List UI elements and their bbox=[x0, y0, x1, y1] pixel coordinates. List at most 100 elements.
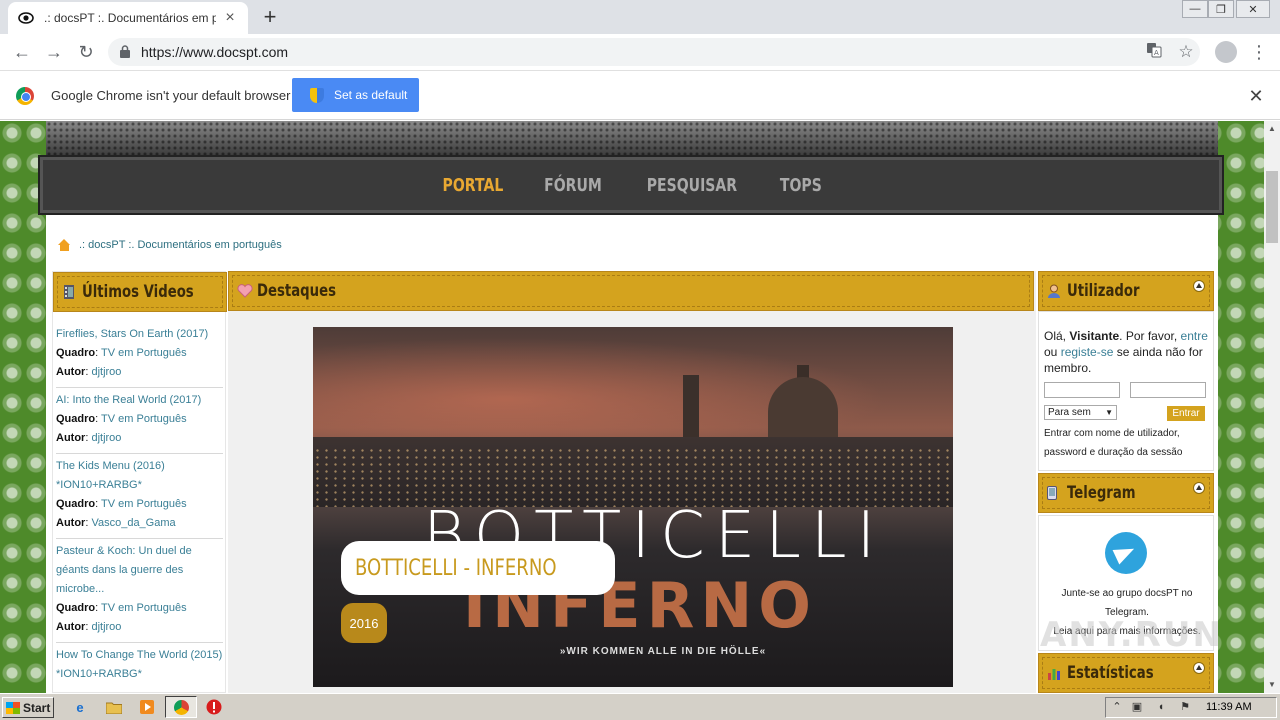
internet-explorer-icon[interactable]: e bbox=[70, 698, 90, 716]
folder-icon[interactable] bbox=[104, 698, 124, 716]
video-title-link[interactable]: Pasteur & Koch: Un duel de géants dans l… bbox=[56, 542, 223, 599]
featured-caption-text: BOTTICELLI - INFERNO bbox=[355, 555, 557, 581]
clock: 11:39 AM bbox=[1206, 701, 1252, 713]
new-tab-button[interactable]: + bbox=[258, 5, 282, 29]
site-banner bbox=[46, 121, 1218, 155]
nav-portal[interactable]: PORTAL bbox=[443, 175, 504, 196]
browser-titlebar: .: docsPT :. Documentários em português … bbox=[0, 0, 1280, 34]
autor-link[interactable]: djtjroo bbox=[91, 621, 121, 633]
latest-videos-list: Fireflies, Stars On Earth (2017) Quadro:… bbox=[56, 322, 223, 689]
home-icon[interactable] bbox=[58, 239, 71, 251]
windows-logo-icon bbox=[6, 701, 20, 714]
login-button[interactable]: Entrar bbox=[1167, 406, 1205, 421]
stats-header: Estatísticas bbox=[1038, 653, 1214, 693]
breadcrumb-link[interactable]: .: docsPT :. Documentários em português bbox=[79, 239, 282, 251]
highlights-panel: Destaques BOTTICELLI INFERNO »WIR KOMMEN… bbox=[228, 271, 1036, 693]
address-bar[interactable]: https://www.docspt.com A ☆ bbox=[108, 38, 1200, 66]
autor-link[interactable]: djtjroo bbox=[91, 432, 121, 444]
close-tab-icon[interactable]: × bbox=[222, 10, 238, 26]
page-scrollbar[interactable]: ▲ ▼ bbox=[1264, 121, 1280, 693]
chevron-down-icon: ▼ bbox=[1105, 408, 1113, 417]
autor-link[interactable]: djtjroo bbox=[91, 366, 121, 378]
infobar-message: Google Chrome isn't your default browser bbox=[51, 88, 291, 103]
eye-icon bbox=[18, 10, 34, 26]
video-title-link[interactable]: AI: Into the Real World (2017) bbox=[56, 391, 223, 410]
restore-button[interactable]: ❐ bbox=[1208, 0, 1234, 18]
browser-toolbar: ← → ↻ https://www.docspt.com A ☆ ⋮ bbox=[0, 34, 1280, 71]
quadro-link[interactable]: TV em Português bbox=[101, 498, 187, 510]
highlights-title: Destaques bbox=[257, 281, 336, 301]
autor-label: Autor bbox=[56, 517, 86, 529]
password-input[interactable] bbox=[1130, 382, 1206, 398]
chrome-menu-icon[interactable]: ⋮ bbox=[1250, 40, 1268, 64]
media-player-icon[interactable] bbox=[137, 698, 157, 716]
video-title-link[interactable]: Fireflies, Stars On Earth (2017) bbox=[56, 325, 223, 344]
greeting-text: Olá, Visitante. Por favor, entre ou regi… bbox=[1044, 328, 1208, 376]
quadro-label: Quadro bbox=[56, 347, 96, 359]
browser-tab[interactable]: .: docsPT :. Documentários em português … bbox=[8, 2, 248, 34]
year-badge: 2016 bbox=[341, 603, 387, 643]
quadro-link[interactable]: TV em Português bbox=[101, 602, 187, 614]
scroll-down-icon[interactable]: ▼ bbox=[1264, 677, 1280, 693]
windows-taskbar: Start e ⌃ ▣ ◖ ⚑ 11:39 AM bbox=[0, 693, 1280, 720]
collapse-stats-icon[interactable] bbox=[1193, 662, 1205, 674]
profile-avatar[interactable] bbox=[1215, 41, 1237, 63]
tray-expand-icon[interactable]: ⌃ bbox=[1110, 700, 1124, 714]
video-title-link[interactable]: The Kids Menu (2016) *ION10+RARBG* bbox=[56, 457, 223, 495]
translate-icon[interactable]: A bbox=[1144, 42, 1164, 62]
nav-tops[interactable]: TOPS bbox=[780, 175, 822, 196]
collapse-telegram-icon[interactable] bbox=[1193, 482, 1205, 494]
scroll-up-icon[interactable]: ▲ bbox=[1264, 121, 1280, 137]
autor-link[interactable]: Vasco_da_Gama bbox=[91, 517, 175, 529]
poster-sky bbox=[313, 327, 953, 447]
greeting: Olá, bbox=[1044, 329, 1067, 343]
reload-button[interactable]: ↻ bbox=[74, 40, 98, 64]
back-button[interactable]: ← bbox=[10, 40, 34, 64]
minimize-button[interactable]: — bbox=[1182, 0, 1208, 18]
featured-caption[interactable]: BOTTICELLI - INFERNO bbox=[341, 541, 615, 595]
uac-shield-icon bbox=[310, 87, 324, 103]
chrome-taskbar-button[interactable] bbox=[165, 696, 197, 718]
start-label: Start bbox=[23, 700, 51, 715]
flag-icon[interactable]: ⚑ bbox=[1178, 700, 1192, 714]
nav-search[interactable]: PESQUISAR bbox=[647, 175, 737, 196]
login-link[interactable]: entre bbox=[1181, 329, 1208, 343]
volume-icon[interactable]: ◖ bbox=[1154, 700, 1168, 714]
quadro-link[interactable]: TV em Português bbox=[101, 413, 187, 425]
forward-button[interactable]: → bbox=[42, 40, 66, 64]
stop-icon[interactable] bbox=[204, 698, 224, 716]
start-button[interactable]: Start bbox=[2, 697, 54, 718]
latest-videos-header: Últimos Videos bbox=[53, 272, 227, 312]
telegram-header: Telegram bbox=[1038, 473, 1214, 513]
quadro-link[interactable]: TV em Português bbox=[101, 347, 187, 359]
featured-slide[interactable]: BOTTICELLI INFERNO »WIR KOMMEN ALLE IN D… bbox=[313, 327, 953, 687]
quadro-label: Quadro bbox=[56, 498, 96, 510]
set-as-default-button[interactable]: Set as default bbox=[292, 78, 419, 112]
collapse-user-icon[interactable] bbox=[1193, 280, 1205, 292]
bookmark-star-icon[interactable]: ☆ bbox=[1176, 42, 1196, 62]
default-browser-infobar: Google Chrome isn't your default browser… bbox=[0, 72, 1280, 120]
scroll-thumb[interactable] bbox=[1266, 171, 1278, 243]
login-box: Olá, Visitante. Por favor, entre ou regi… bbox=[1038, 311, 1214, 471]
set-as-default-label: Set as default bbox=[334, 88, 408, 102]
please-text: . Por favor, bbox=[1119, 329, 1178, 343]
network-icon[interactable]: ▣ bbox=[1130, 700, 1144, 714]
close-infobar-icon[interactable]: ✕ bbox=[1246, 86, 1266, 106]
page-viewport: PORTAL FÓRUM PESQUISAR TOPS .: docsPT :.… bbox=[0, 121, 1264, 693]
nav-forum[interactable]: FÓRUM bbox=[544, 175, 602, 196]
phone-icon bbox=[1047, 486, 1061, 500]
username-input[interactable] bbox=[1044, 382, 1120, 398]
telegram-logo-icon[interactable] bbox=[1105, 532, 1147, 574]
quadro-label: Quadro bbox=[56, 413, 96, 425]
highlights-header: Destaques bbox=[228, 271, 1034, 311]
list-item: How To Change The World (2015) *ION10+RA… bbox=[56, 643, 223, 689]
close-window-button[interactable]: ✕ bbox=[1236, 0, 1270, 18]
lock-icon bbox=[120, 45, 130, 58]
video-title-link[interactable]: How To Change The World (2015) *ION10+RA… bbox=[56, 646, 223, 684]
film-icon bbox=[62, 285, 76, 299]
autor-label: Autor bbox=[56, 366, 86, 378]
session-duration-select[interactable]: Para sem ▼ bbox=[1044, 405, 1117, 420]
breadcrumb: .: docsPT :. Documentários em português bbox=[58, 239, 282, 251]
bar-chart-icon bbox=[1047, 666, 1061, 680]
register-link[interactable]: registe-se bbox=[1061, 345, 1114, 359]
